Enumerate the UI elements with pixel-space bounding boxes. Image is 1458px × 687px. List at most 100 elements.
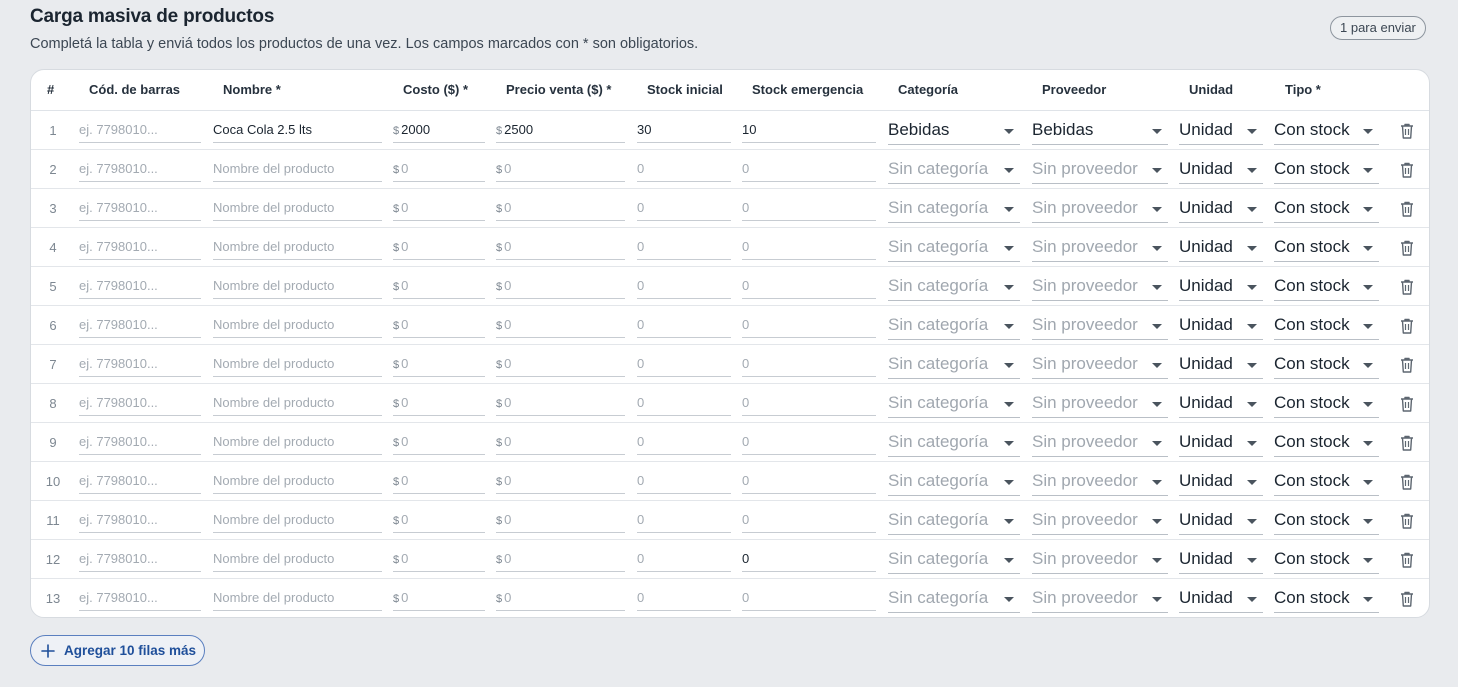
barcode-input[interactable]: ej. 7798010... (79, 509, 201, 533)
unit-select[interactable]: Unidad (1179, 312, 1263, 340)
trash-icon[interactable] (1399, 434, 1415, 452)
price-input[interactable]: $0 (496, 158, 625, 182)
trash-icon[interactable] (1399, 551, 1415, 569)
price-input[interactable]: $0 (496, 314, 625, 338)
emergency-stock-input[interactable]: 0 (742, 587, 876, 611)
category-select[interactable]: Sin categoría (888, 234, 1020, 262)
cost-input[interactable]: $0 (393, 314, 485, 338)
name-input[interactable]: Nombre del producto (213, 158, 382, 182)
name-input[interactable]: Nombre del producto (213, 392, 382, 416)
name-input[interactable]: Nombre del producto (213, 587, 382, 611)
stock-input[interactable]: 0 (637, 275, 731, 299)
stock-input[interactable]: 0 (637, 509, 731, 533)
trash-icon[interactable] (1399, 590, 1415, 608)
stock-input[interactable]: 0 (637, 392, 731, 416)
cost-input[interactable]: $0 (393, 509, 485, 533)
unit-select[interactable]: Unidad (1179, 117, 1263, 145)
stock-input[interactable]: 0 (637, 314, 731, 338)
cost-input[interactable]: $0 (393, 587, 485, 611)
trash-icon[interactable] (1399, 473, 1415, 491)
category-select[interactable]: Sin categoría (888, 195, 1020, 223)
type-select[interactable]: Con stock (1274, 273, 1379, 301)
barcode-input[interactable]: ej. 7798010... (79, 236, 201, 260)
emergency-stock-input[interactable]: 0 (742, 158, 876, 182)
type-select[interactable]: Con stock (1274, 195, 1379, 223)
emergency-stock-input[interactable]: 0 (742, 275, 876, 299)
barcode-input[interactable]: ej. 7798010... (79, 119, 201, 143)
stock-input[interactable]: 0 (637, 353, 731, 377)
name-input[interactable]: Nombre del producto (213, 470, 382, 494)
name-input[interactable]: Nombre del producto (213, 275, 382, 299)
cost-input[interactable]: $0 (393, 197, 485, 221)
type-select[interactable]: Con stock (1274, 312, 1379, 340)
unit-select[interactable]: Unidad (1179, 507, 1263, 535)
stock-input[interactable]: 0 (637, 548, 731, 572)
category-select[interactable]: Sin categoría (888, 546, 1020, 574)
unit-select[interactable]: Unidad (1179, 351, 1263, 379)
supplier-select[interactable]: Sin proveedor (1032, 273, 1168, 301)
category-select[interactable]: Sin categoría (888, 273, 1020, 301)
trash-icon[interactable] (1399, 239, 1415, 257)
name-input[interactable]: Nombre del producto (213, 548, 382, 572)
category-select[interactable]: Sin categoría (888, 156, 1020, 184)
name-input[interactable]: Nombre del producto (213, 197, 382, 221)
supplier-select[interactable]: Sin proveedor (1032, 468, 1168, 496)
unit-select[interactable]: Unidad (1179, 390, 1263, 418)
supplier-select[interactable]: Sin proveedor (1032, 195, 1168, 223)
price-input[interactable]: $0 (496, 431, 625, 455)
cost-input[interactable]: $2000 (393, 119, 485, 143)
price-input[interactable]: $0 (496, 548, 625, 572)
trash-icon[interactable] (1399, 200, 1415, 218)
stock-input[interactable]: 0 (637, 197, 731, 221)
type-select[interactable]: Con stock (1274, 351, 1379, 379)
category-select[interactable]: Bebidas (888, 117, 1020, 145)
price-input[interactable]: $0 (496, 236, 625, 260)
price-input[interactable]: $0 (496, 353, 625, 377)
unit-select[interactable]: Unidad (1179, 468, 1263, 496)
type-select[interactable]: Con stock (1274, 390, 1379, 418)
unit-select[interactable]: Unidad (1179, 585, 1263, 613)
price-input[interactable]: $0 (496, 392, 625, 416)
supplier-select[interactable]: Sin proveedor (1032, 429, 1168, 457)
trash-icon[interactable] (1399, 278, 1415, 296)
supplier-select[interactable]: Sin proveedor (1032, 546, 1168, 574)
emergency-stock-input[interactable]: 0 (742, 353, 876, 377)
cost-input[interactable]: $0 (393, 470, 485, 494)
stock-input[interactable]: 30 (637, 119, 731, 143)
emergency-stock-input[interactable]: 0 (742, 392, 876, 416)
category-select[interactable]: Sin categoría (888, 390, 1020, 418)
name-input[interactable]: Nombre del producto (213, 236, 382, 260)
emergency-stock-input[interactable]: 0 (742, 197, 876, 221)
stock-input[interactable]: 0 (637, 587, 731, 611)
barcode-input[interactable]: ej. 7798010... (79, 314, 201, 338)
price-input[interactable]: $2500 (496, 119, 625, 143)
type-select[interactable]: Con stock (1274, 585, 1379, 613)
category-select[interactable]: Sin categoría (888, 585, 1020, 613)
stock-input[interactable]: 0 (637, 236, 731, 260)
barcode-input[interactable]: ej. 7798010... (79, 392, 201, 416)
trash-icon[interactable] (1399, 317, 1415, 335)
trash-icon[interactable] (1399, 122, 1415, 140)
type-select[interactable]: Con stock (1274, 546, 1379, 574)
price-input[interactable]: $0 (496, 587, 625, 611)
category-select[interactable]: Sin categoría (888, 351, 1020, 379)
barcode-input[interactable]: ej. 7798010... (79, 587, 201, 611)
emergency-stock-input[interactable]: 0 (742, 431, 876, 455)
supplier-select[interactable]: Sin proveedor (1032, 234, 1168, 262)
stock-input[interactable]: 0 (637, 431, 731, 455)
add-rows-button[interactable]: Agregar 10 filas más (30, 635, 205, 666)
cost-input[interactable]: $0 (393, 158, 485, 182)
trash-icon[interactable] (1399, 395, 1415, 413)
supplier-select[interactable]: Sin proveedor (1032, 351, 1168, 379)
cost-input[interactable]: $0 (393, 236, 485, 260)
cost-input[interactable]: $0 (393, 548, 485, 572)
name-input[interactable]: Nombre del producto (213, 509, 382, 533)
supplier-select[interactable]: Sin proveedor (1032, 585, 1168, 613)
supplier-select[interactable]: Sin proveedor (1032, 156, 1168, 184)
category-select[interactable]: Sin categoría (888, 312, 1020, 340)
barcode-input[interactable]: ej. 7798010... (79, 197, 201, 221)
supplier-select[interactable]: Sin proveedor (1032, 312, 1168, 340)
supplier-select[interactable]: Bebidas (1032, 117, 1168, 145)
type-select[interactable]: Con stock (1274, 156, 1379, 184)
cost-input[interactable]: $0 (393, 392, 485, 416)
